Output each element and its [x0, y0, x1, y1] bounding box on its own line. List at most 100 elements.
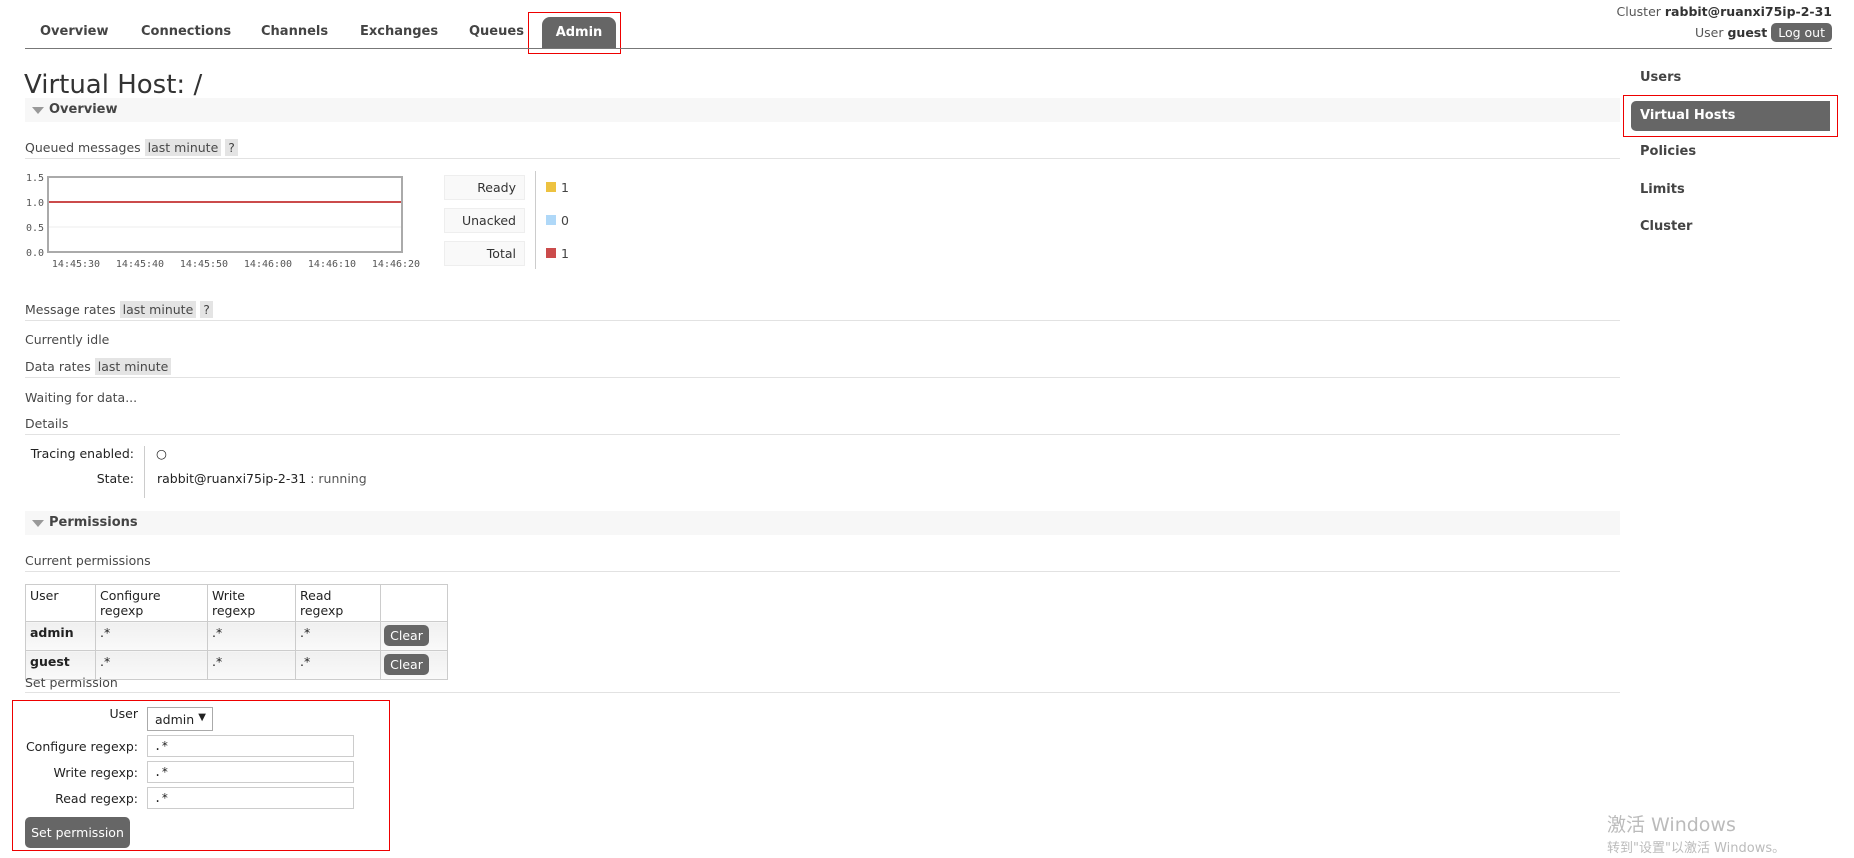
tracing-label: Tracing enabled: [30, 446, 134, 461]
help-button[interactable]: ? [200, 301, 213, 318]
y-tick-label: 0.0 [26, 248, 44, 259]
read-cell: .* [295, 621, 381, 651]
write-cell: .* [207, 621, 296, 651]
legend-divider [535, 171, 536, 269]
tab-exchanges[interactable]: Exchanges [360, 24, 438, 39]
logout-button[interactable]: Log out [1771, 23, 1832, 42]
range-selector[interactable]: last minute [144, 139, 222, 156]
sidebar-item-users[interactable]: Users [1640, 70, 1681, 85]
cluster-info: Cluster rabbit@ruanxi75ip-2-31 [1617, 4, 1832, 19]
ready-value: 1 [561, 180, 569, 195]
divider [25, 571, 1620, 572]
set-permission-heading: Set permission [25, 675, 118, 690]
collapse-triangle-icon [32, 107, 44, 114]
configure-regexp-input[interactable] [147, 735, 354, 757]
total-swatch-icon [546, 248, 556, 258]
configure-cell: .* [95, 621, 208, 651]
tab-overview[interactable]: Overview [40, 24, 109, 39]
permissions-section-toggle[interactable]: Permissions [25, 511, 1620, 535]
legend-ready: Ready [444, 175, 525, 200]
section-title: Permissions [49, 515, 138, 530]
total-value: 1 [561, 246, 569, 261]
write-regexp-input[interactable] [147, 761, 354, 783]
state-node: rabbit@ruanxi75ip-2-31 [157, 471, 307, 486]
tracing-value: ○ [156, 446, 167, 461]
column-header: Configure regexp [95, 584, 208, 622]
user-field-label: User [109, 706, 139, 721]
table-row: admin .* .* .* Clear [25, 621, 448, 651]
permissions-table: User Configure regexp Write regexp Read … [25, 584, 448, 680]
legend-total: Total [444, 241, 525, 266]
message-rates-label: Message rates [25, 302, 116, 317]
queued-messages-heading: Queued messages last minute ? [25, 139, 238, 156]
divider [25, 377, 1620, 378]
write-field-label: Write regexp: [53, 765, 138, 780]
cluster-label: Cluster [1616, 4, 1661, 19]
x-tick-label: 14:45:40 [116, 259, 164, 270]
unacked-swatch-icon [546, 215, 556, 225]
divider [25, 158, 1620, 159]
tab-channels[interactable]: Channels [261, 24, 328, 39]
state-value: rabbit@ruanxi75ip-2-31 : running [157, 471, 367, 486]
legend-unacked: Unacked [444, 208, 525, 233]
divider [25, 692, 1620, 693]
dropdown-arrow-icon: ▼ [198, 712, 206, 723]
set-permission-button[interactable]: Set permission [25, 817, 130, 848]
user-cell: admin [30, 625, 74, 640]
clear-button[interactable]: Clear [384, 625, 429, 646]
user-select-value: admin [155, 712, 195, 727]
message-rates-heading: Message rates last minute ? [25, 301, 213, 318]
x-tick-label: 14:45:30 [52, 259, 100, 270]
state-label: State: [96, 471, 134, 486]
column-header: Read regexp [295, 584, 381, 622]
tab-admin[interactable]: Admin [542, 17, 616, 48]
range-selector[interactable]: last minute [119, 301, 197, 318]
tab-queues[interactable]: Queues [469, 24, 524, 39]
y-tick-label: 1.0 [26, 198, 44, 209]
activation-watermark-title: 激活 Windows [1607, 814, 1736, 836]
sidebar-item-cluster[interactable]: Cluster [1640, 219, 1692, 234]
column-header [380, 584, 448, 622]
cluster-name: rabbit@ruanxi75ip-2-31 [1664, 4, 1832, 19]
y-tick-label: 1.5 [26, 173, 44, 184]
collapse-triangle-icon [32, 520, 44, 527]
data-rates-label: Data rates [25, 359, 91, 374]
tab-connections[interactable]: Connections [141, 24, 231, 39]
user-name: guest [1727, 25, 1768, 40]
user-label: User [1694, 25, 1724, 40]
queued-messages-chart: 0.0 0.5 1.0 1.5 14:45:30 14:45:40 14:45:50 14:4… [26, 173, 420, 270]
user-select[interactable]: admin ▼ [147, 707, 213, 731]
read-field-label: Read regexp: [55, 791, 138, 806]
x-tick-label: 14:46:00 [244, 259, 292, 270]
divider [25, 434, 1620, 435]
help-button[interactable]: ? [225, 139, 238, 156]
sidebar-item-policies[interactable]: Policies [1640, 144, 1696, 159]
sidebar-item-label: Virtual Hosts [1640, 108, 1736, 123]
read-regexp-input[interactable] [147, 787, 354, 809]
plot-border [47, 176, 403, 253]
user-info: User guest Log out [1695, 23, 1832, 42]
overview-section-toggle[interactable]: Overview [25, 98, 1620, 122]
configure-field-label: Configure regexp: [25, 739, 138, 754]
details-heading: Details [25, 416, 69, 431]
data-rates-heading: Data rates last minute [25, 358, 172, 375]
divider [25, 320, 1620, 321]
idle-text: Currently idle [25, 332, 110, 347]
current-permissions-heading: Current permissions [25, 553, 151, 568]
x-tick-label: 14:46:10 [308, 259, 356, 270]
user-cell: guest [30, 654, 70, 669]
x-tick-label: 14:45:50 [180, 259, 228, 270]
write-cell: .* [207, 650, 296, 680]
column-header: Write regexp [207, 584, 296, 622]
waiting-text: Waiting for data... [25, 390, 138, 405]
sidebar-item-virtual-hosts[interactable]: Virtual Hosts [1631, 101, 1830, 131]
sidebar-item-limits[interactable]: Limits [1640, 182, 1685, 197]
clear-button[interactable]: Clear [384, 654, 429, 675]
details-divider [144, 446, 145, 498]
nav-divider [25, 48, 1832, 49]
ready-swatch-icon [546, 182, 556, 192]
x-tick-label: 14:46:20 [372, 259, 420, 270]
column-header: User [25, 584, 96, 622]
queued-label: Queued messages [25, 140, 141, 155]
range-selector[interactable]: last minute [94, 358, 172, 375]
